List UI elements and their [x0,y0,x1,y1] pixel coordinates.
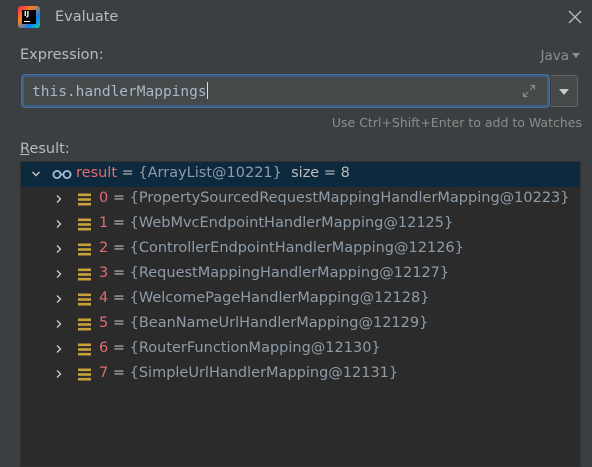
item-value: {WebMvcEndpointHandlerMapping@12125} [129,215,454,231]
item-equals: = [108,315,130,331]
item-index: 5 [99,315,109,331]
item-value: {RouterFunctionMapping@12130} [129,340,381,356]
field-icon [78,368,91,381]
expression-input[interactable]: this.handlerMappings [22,75,549,107]
field-icon [78,218,91,231]
tree-item-text: 1 = {WebMvcEndpointHandlerMapping@12125} [99,215,453,231]
expression-label: Expression: [20,47,104,63]
item-equals: = [108,190,130,206]
result-label-rest: esult: [29,141,70,157]
item-equals: = [108,340,130,356]
add-to-watches-hint: Use Ctrl+Shift+Enter to add to Watches [331,115,582,130]
window-title: Evaluate [55,9,119,25]
language-selector[interactable]: Java [540,48,580,64]
item-index: 2 [99,240,109,256]
chevron-right-icon[interactable] [54,219,64,229]
chevron-down-icon [559,89,569,95]
chevron-right-icon[interactable] [54,344,64,354]
field-icon [78,343,91,356]
root-size-text: size = 8 [291,165,350,181]
chevron-right-icon[interactable] [54,194,64,204]
chevron-right-icon[interactable] [54,369,64,379]
field-icon [78,243,91,256]
result-label: Result: [20,141,70,157]
tree-item-row[interactable]: 2 = {ControllerEndpointHandlerMapping@12… [21,237,580,262]
root-row-text: result = {ArrayList@10221} size = 8 [76,165,350,181]
chevron-right-icon[interactable] [54,244,64,254]
chevron-right-icon[interactable] [54,319,64,329]
item-index: 7 [99,365,109,381]
expression-text[interactable]: this.handlerMappings [32,82,208,100]
expand-icon[interactable] [521,83,537,99]
root-equals: = [117,165,139,181]
item-equals: = [108,265,130,281]
language-label: Java [540,48,569,64]
item-index: 4 [99,290,109,306]
result-tree[interactable]: result = {ArrayList@10221} size = 8 0 = … [20,161,581,467]
root-name: result [76,165,118,181]
item-value: {WelcomePageHandlerMapping@12128} [129,290,430,306]
item-value: {SimpleUrlHandlerMapping@12131} [129,365,399,381]
tree-item-text: 3 = {RequestMappingHandlerMapping@12127} [99,265,449,281]
root-value: {ArrayList@10221} [138,165,282,181]
tree-item-row[interactable]: 6 = {RouterFunctionMapping@12130} [21,337,580,362]
item-index: 6 [99,340,109,356]
tree-item-text: 2 = {ControllerEndpointHandlerMapping@12… [99,240,464,256]
tree-item-text: 5 = {BeanNameUrlHandlerMapping@12129} [99,315,428,331]
chevron-down-icon[interactable] [31,169,41,179]
tree-item-row[interactable]: 1 = {WebMvcEndpointHandlerMapping@12125} [21,212,580,237]
expression-value: this.handlerMappings [32,84,207,100]
item-value: {RequestMappingHandlerMapping@12127} [129,265,450,281]
tree-item-text: 6 = {RouterFunctionMapping@12130} [99,340,381,356]
tree-root-row[interactable]: result = {ArrayList@10221} size = 8 [21,162,580,187]
title-bar: IJ Evaluate [0,0,592,36]
item-index: 1 [99,215,109,231]
field-icon [78,293,91,306]
tree-item-text: 4 = {WelcomePageHandlerMapping@12128} [99,290,429,306]
tree-item-row[interactable]: 5 = {BeanNameUrlHandlerMapping@12129} [21,312,580,337]
item-value: {PropertySourcedRequestMappingHandlerMap… [129,190,570,206]
field-icon [78,193,91,206]
item-index: 0 [99,190,109,206]
chevron-right-icon[interactable] [54,269,64,279]
item-equals: = [108,290,130,306]
chevron-down-icon [572,53,580,58]
tree-item-text: 7 = {SimpleUrlHandlerMapping@12131} [99,365,398,381]
tree-item-row[interactable]: 4 = {WelcomePageHandlerMapping@12128} [21,287,580,312]
tree-item-row[interactable]: 3 = {RequestMappingHandlerMapping@12127} [21,262,580,287]
watch-glasses-icon [52,170,72,179]
chevron-right-icon[interactable] [54,294,64,304]
item-equals: = [108,215,130,231]
item-value: {ControllerEndpointHandlerMapping@12126} [129,240,464,256]
item-value: {BeanNameUrlHandlerMapping@12129} [129,315,429,331]
history-dropdown-button[interactable] [551,75,578,107]
field-icon [78,318,91,331]
item-equals: = [108,240,130,256]
intellij-app-icon: IJ [18,6,40,28]
tree-item-text: 0 = {PropertySourcedRequestMappingHandle… [99,190,570,206]
item-equals: = [108,365,130,381]
tree-item-row[interactable]: 0 = {PropertySourcedRequestMappingHandle… [21,187,580,212]
text-cursor [206,82,208,99]
close-icon[interactable] [566,8,584,26]
root-size: size = 8 [282,165,350,181]
item-index: 3 [99,265,109,281]
tree-item-row[interactable]: 7 = {SimpleUrlHandlerMapping@12131} [21,362,580,387]
field-icon [78,268,91,281]
